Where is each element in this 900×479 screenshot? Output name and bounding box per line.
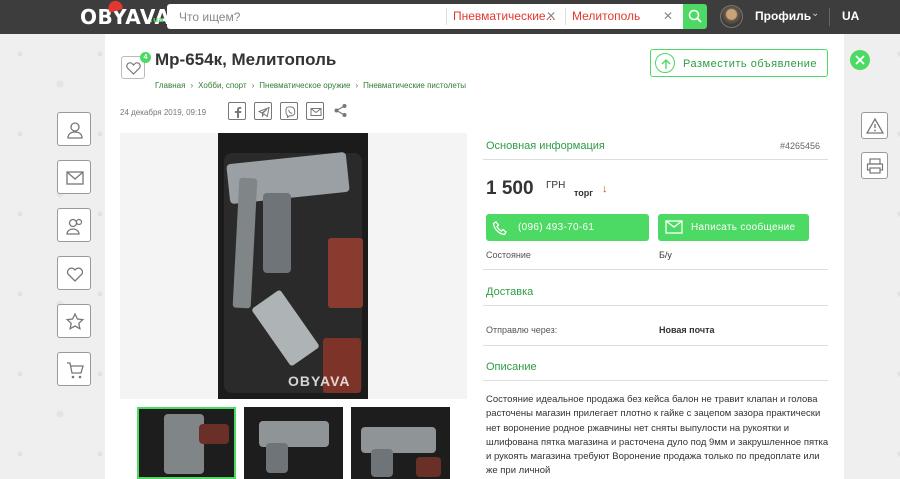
ad-id: #4265456: [780, 141, 821, 151]
divider: [483, 345, 828, 346]
write-message-button[interactable]: Написать сообщение: [658, 214, 809, 241]
photo-thumbnail[interactable]: [244, 407, 343, 479]
condition-value: Б/у: [659, 250, 672, 260]
heart-icon: [126, 62, 141, 75]
breadcrumb-item[interactable]: Пневматическое оружие: [259, 81, 350, 90]
upload-circle: [655, 53, 675, 73]
breadcrumb: Главная › Хобби, спорт › Пневматическое оруж…: [155, 81, 466, 90]
site-logo[interactable]: OBYAVA .ua: [80, 0, 170, 30]
show-phone-button[interactable]: (096) 493-70-61: [486, 214, 649, 241]
currency: ГРН: [546, 180, 566, 191]
ship-via-value: Новая почта: [659, 325, 715, 335]
delivery-heading: Доставка: [486, 286, 534, 298]
photo-thumbnail[interactable]: [351, 407, 450, 479]
search-button[interactable]: [683, 4, 707, 29]
main-photo[interactable]: OBYAVA: [120, 133, 467, 399]
price: 1 500: [486, 178, 534, 199]
arrow-down-icon: ↓: [602, 183, 608, 195]
language-switch[interactable]: UA: [842, 9, 859, 23]
post-ad-button[interactable]: Разместить объявление: [650, 49, 828, 77]
pistol-grip-image: [263, 193, 291, 273]
email-icon: [310, 108, 322, 116]
mail-icon: [665, 220, 683, 234]
messages-button[interactable]: [57, 160, 91, 194]
share-email-button[interactable]: [306, 102, 324, 120]
user-button[interactable]: [57, 112, 91, 146]
case-pad: [328, 238, 363, 308]
telegram-icon: [258, 106, 270, 118]
breadcrumb-item[interactable]: Главная: [155, 81, 185, 90]
warning-icon: [866, 117, 884, 134]
page-title: Мр-654к, Мелитополь: [155, 50, 337, 69]
search-input[interactable]: [179, 4, 449, 29]
search-box: Пневматические... ✕ Мелитополь ✕: [167, 4, 683, 29]
breadcrumb-separator: ›: [190, 81, 194, 90]
thumb-image: [164, 414, 204, 474]
favorites-button[interactable]: [57, 256, 91, 290]
divider: [829, 8, 830, 26]
breadcrumb-item[interactable]: Пневматические пистолеты: [363, 81, 466, 90]
publish-date: 24 декабря 2019, 09:19: [120, 108, 207, 117]
contacts-button[interactable]: [57, 208, 91, 242]
heart-icon: [66, 267, 84, 282]
viber-icon: [285, 106, 296, 118]
starred-button[interactable]: [57, 304, 91, 338]
share-icon: [334, 104, 347, 117]
phone-number: (096) 493-70-61: [518, 222, 595, 233]
post-ad-label: Разместить объявление: [683, 58, 818, 70]
share-facebook-button[interactable]: [228, 102, 246, 120]
main-info-heading: Основная информация: [486, 140, 605, 152]
cart-button[interactable]: [57, 352, 91, 386]
thumb-image: [416, 457, 441, 477]
print-button[interactable]: [861, 152, 888, 179]
divider: [483, 305, 828, 306]
report-button[interactable]: [861, 112, 888, 139]
mail-icon: [66, 171, 84, 185]
clear-category-icon[interactable]: ✕: [546, 8, 556, 25]
clear-city-icon[interactable]: ✕: [663, 8, 673, 25]
logo-domain: .ua: [150, 16, 164, 24]
top-navbar: OBYAVA .ua Пневматические... ✕ Мелитопол…: [0, 0, 900, 34]
write-message-label: Написать сообщение: [691, 222, 796, 233]
photo-thumbnail[interactable]: [137, 407, 236, 479]
thumb-image: [371, 449, 393, 477]
breadcrumb-separator: ›: [251, 81, 255, 90]
divider: [483, 159, 828, 160]
condition-label: Состояние: [486, 250, 531, 260]
chevron-down-icon[interactable]: ⌄: [811, 8, 819, 19]
divider: [483, 269, 828, 270]
divider: [483, 380, 828, 381]
thumb-image: [199, 424, 229, 444]
listing-photo: OBYAVA: [218, 133, 368, 399]
phone-icon: [492, 221, 507, 236]
photo-watermark: OBYAVA: [288, 373, 351, 389]
share-telegram-button[interactable]: [254, 102, 272, 120]
profile-link[interactable]: Профиль: [755, 9, 811, 23]
favorites-count-badge: 4: [140, 52, 151, 63]
description-text: Состояние идеальное продажа без кейса ба…: [486, 394, 829, 477]
avatar[interactable]: [720, 5, 743, 28]
arrow-up-icon: [661, 59, 671, 69]
share-viber-button[interactable]: [280, 102, 298, 120]
cart-icon: [67, 362, 84, 379]
share-more-button[interactable]: [333, 103, 348, 123]
category-filter[interactable]: Пневматические...: [446, 8, 562, 25]
close-icon: [855, 55, 865, 65]
search-icon: [688, 9, 702, 23]
star-icon: [65, 312, 85, 330]
users-icon: [66, 218, 83, 235]
city-filter[interactable]: Мелитополь: [565, 8, 677, 25]
close-button[interactable]: [850, 50, 870, 70]
negotiable-label: торг: [574, 188, 594, 198]
breadcrumb-item[interactable]: Хобби, спорт: [198, 81, 247, 90]
ship-via-label: Отправлю через:: [486, 325, 558, 335]
printer-icon: [866, 158, 884, 174]
description-heading: Описание: [486, 361, 537, 373]
thumb-image: [266, 443, 288, 473]
user-icon: [67, 122, 83, 139]
facebook-icon: [235, 107, 242, 118]
breadcrumb-separator: ›: [355, 81, 359, 90]
